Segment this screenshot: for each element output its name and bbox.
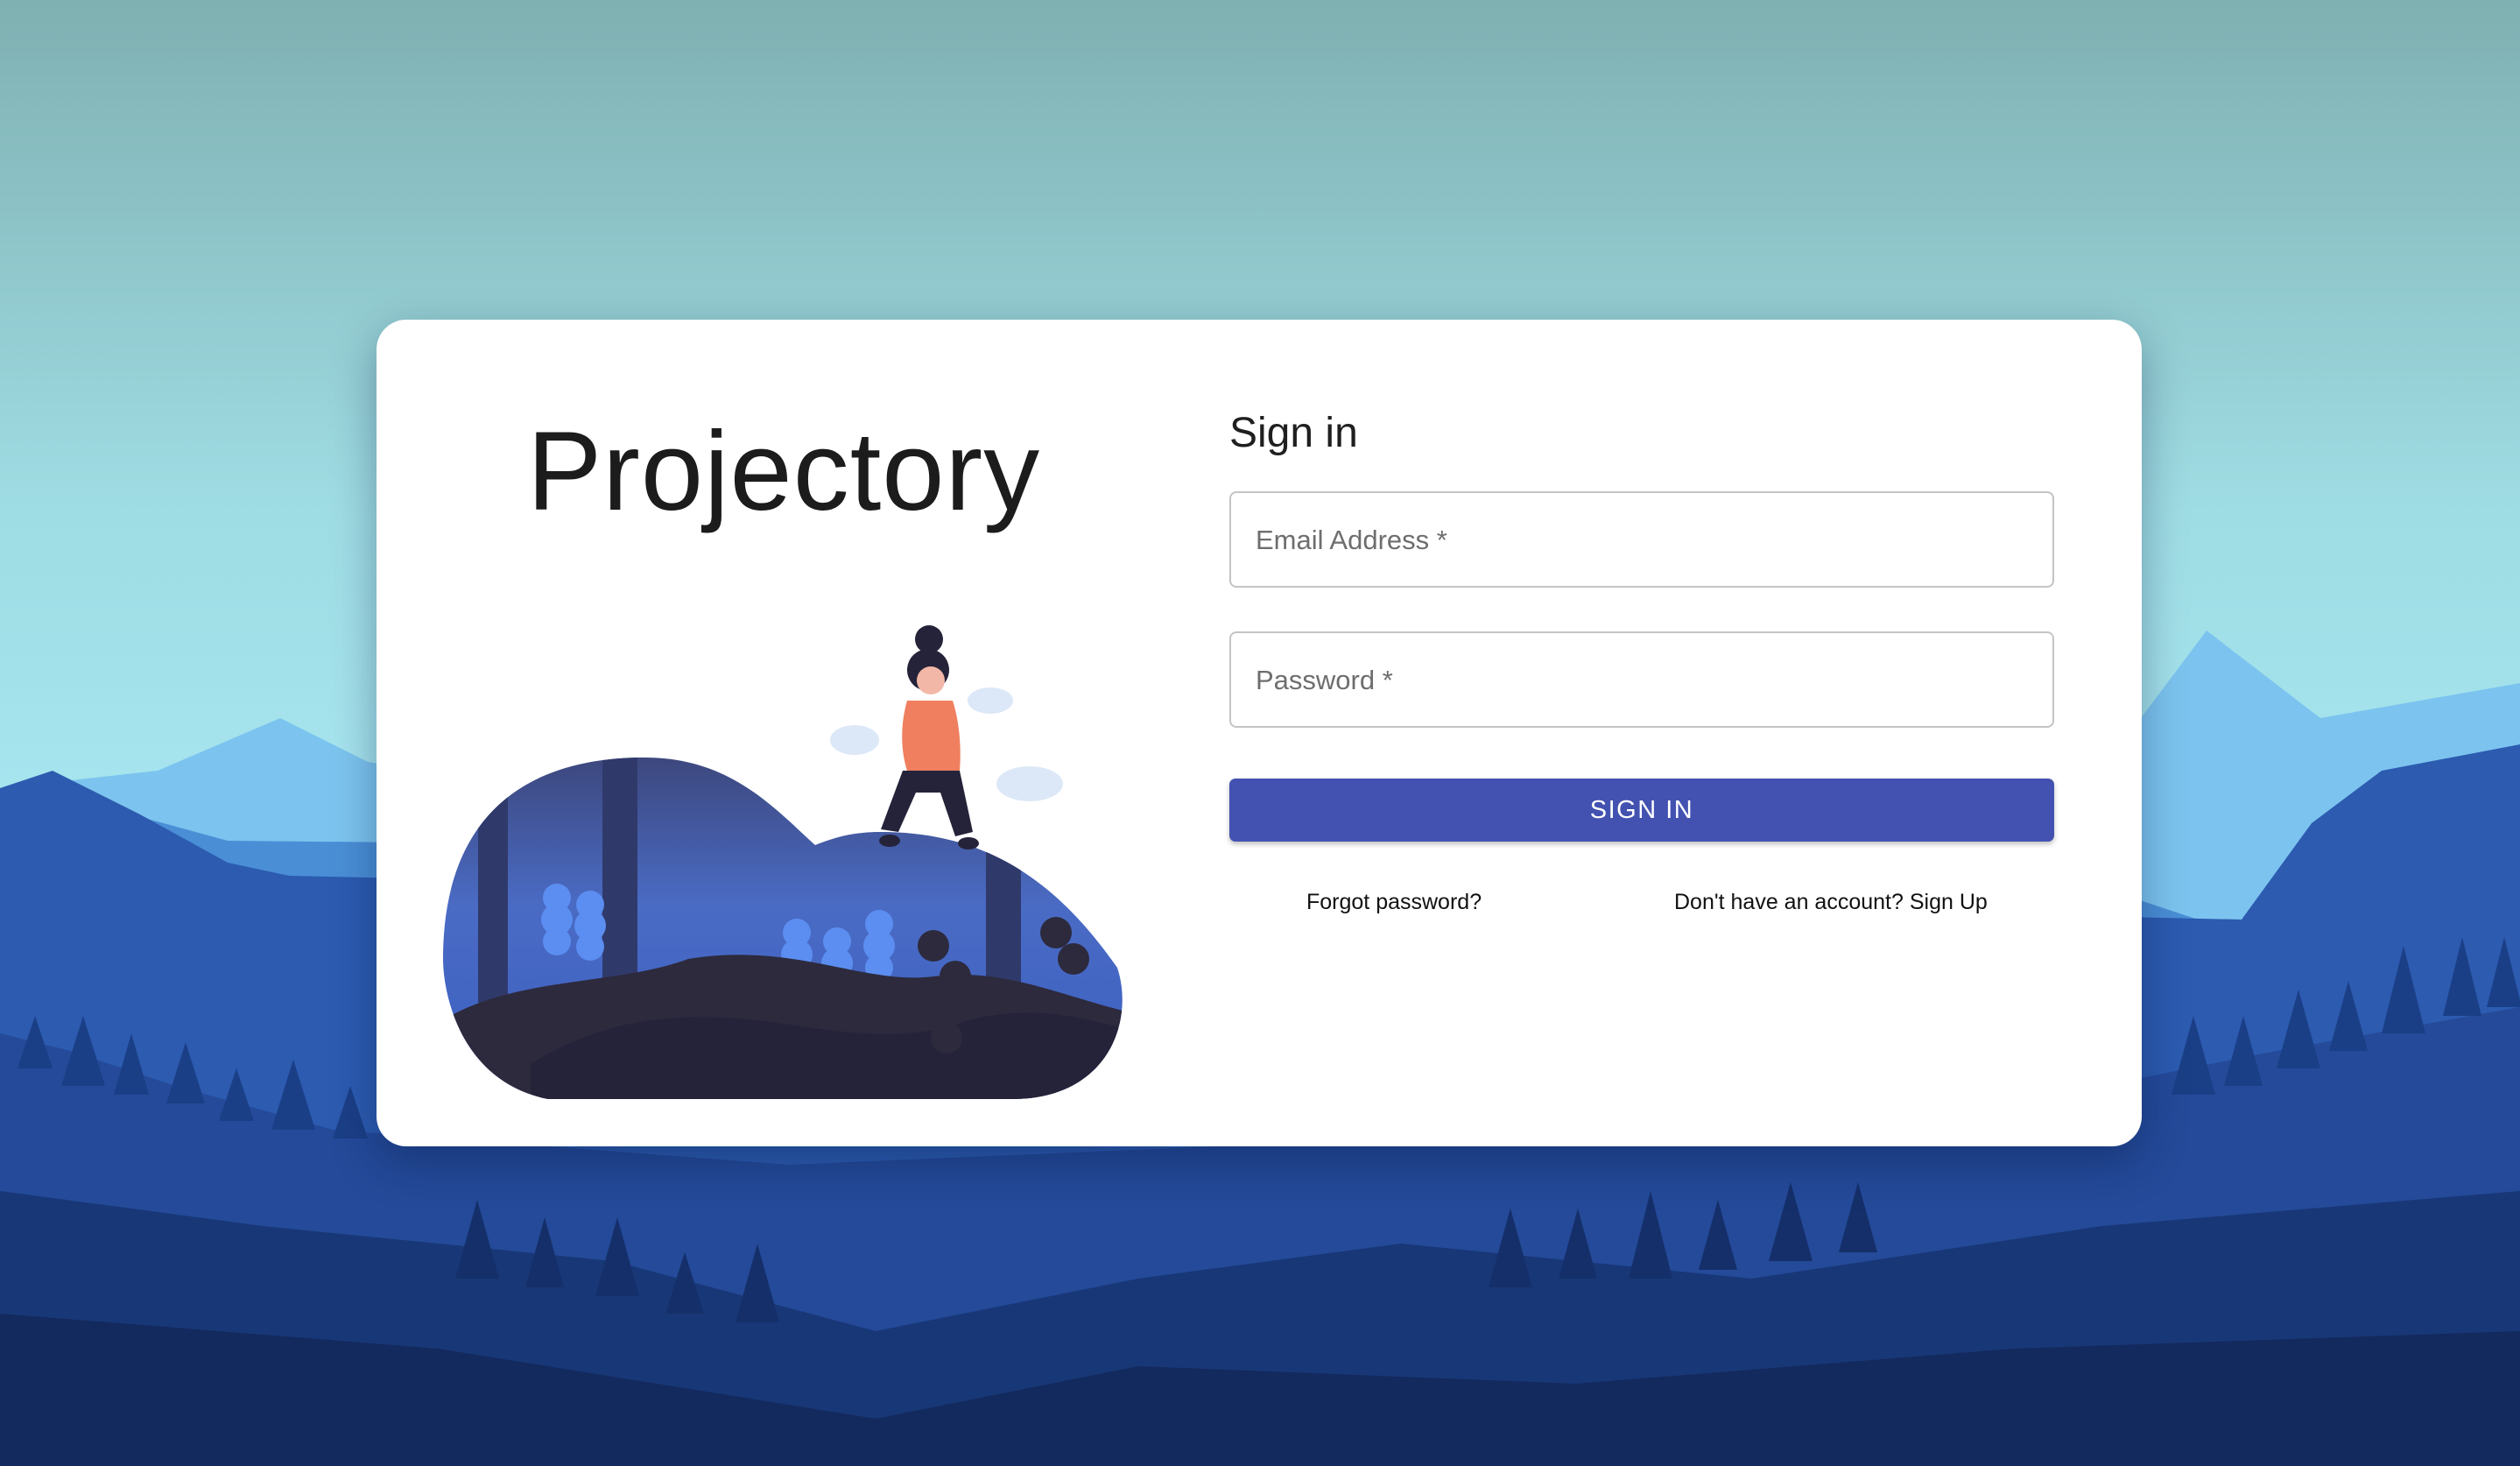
signup-link[interactable]: Don't have an account? Sign Up	[1674, 890, 1988, 915]
signin-title: Sign in	[1229, 410, 1358, 456]
signin-button[interactable]: SIGN IN	[1229, 779, 2054, 842]
forgot-password-link[interactable]: Forgot password?	[1306, 890, 1482, 915]
woman-sitting-on-forest-blob-illustration	[443, 625, 1123, 1099]
password-field[interactable]: Password *	[1229, 631, 2054, 728]
password-input[interactable]	[1231, 633, 2052, 726]
login-card: Projectory Sign in Email Address * Passw…	[377, 320, 2142, 1146]
brand-title: Projectory	[526, 409, 1041, 534]
email-input[interactable]	[1231, 493, 2052, 586]
email-field[interactable]: Email Address *	[1229, 491, 2054, 588]
